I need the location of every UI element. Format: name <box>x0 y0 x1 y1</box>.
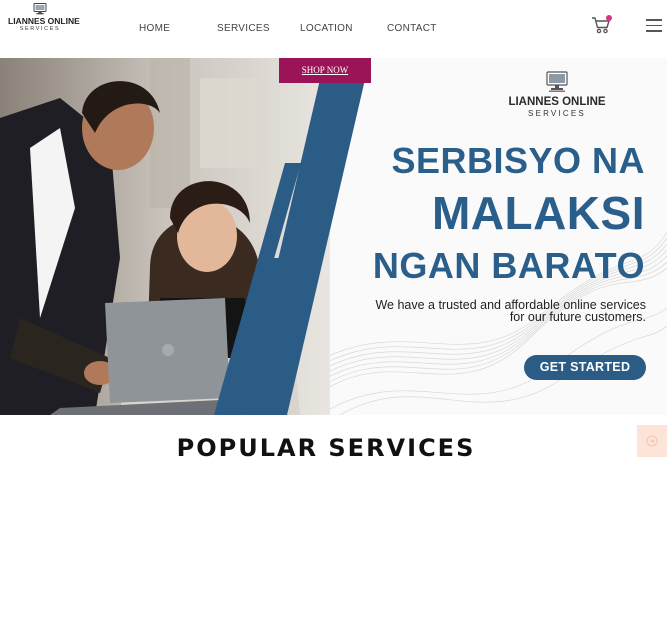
decorative-stripes-graphic <box>214 58 370 415</box>
section-title: POPULAR SERVICES <box>176 434 476 462</box>
monitor-icon <box>33 3 47 15</box>
nav-contact[interactable]: CONTACT <box>387 23 437 34</box>
hero-tagline-line-2: for our future customers. <box>509 310 646 324</box>
logo-subtitle: SERVICES <box>19 26 61 32</box>
site-logo[interactable]: LIANNES ONLINE SERVICES <box>8 3 80 32</box>
logo-name: LIANNES ONLINE <box>8 16 80 26</box>
hero-brand-name: LIANNES ONLINE <box>508 96 606 108</box>
shop-now-button[interactable]: SHOP NOW <box>279 58 371 83</box>
nav-services[interactable]: SERVICES <box>217 23 270 34</box>
hero-headline-line-1: SERBISYO NA <box>391 140 645 181</box>
circle-arrow-icon <box>646 435 658 447</box>
cart-button[interactable] <box>591 15 613 34</box>
hero-brand-subtitle: SERVICES <box>528 109 586 118</box>
monitor-icon <box>546 71 568 92</box>
hamburger-menu-icon[interactable] <box>646 19 662 33</box>
get-started-button[interactable]: GET STARTED <box>524 355 646 380</box>
hero-banner: SHOP NOW LIANNES ONLINE SERVICES SERBISY… <box>0 58 667 415</box>
nav-home[interactable]: HOME <box>139 23 170 34</box>
hero-headline-line-3: NGAN BARATO <box>372 245 645 286</box>
nav-location[interactable]: LOCATION <box>300 23 353 34</box>
site-header: LIANNES ONLINE SERVICES HOME SERVICES LO… <box>0 0 667 58</box>
hero-tagline: We have a trusted and affordable online … <box>326 299 646 324</box>
floating-action-button[interactable] <box>637 425 667 457</box>
cart-badge <box>606 15 612 21</box>
hero-brand-logo: LIANNES ONLINE SERVICES <box>505 71 609 118</box>
hero-headline-line-2: MALAKSI <box>431 187 645 239</box>
